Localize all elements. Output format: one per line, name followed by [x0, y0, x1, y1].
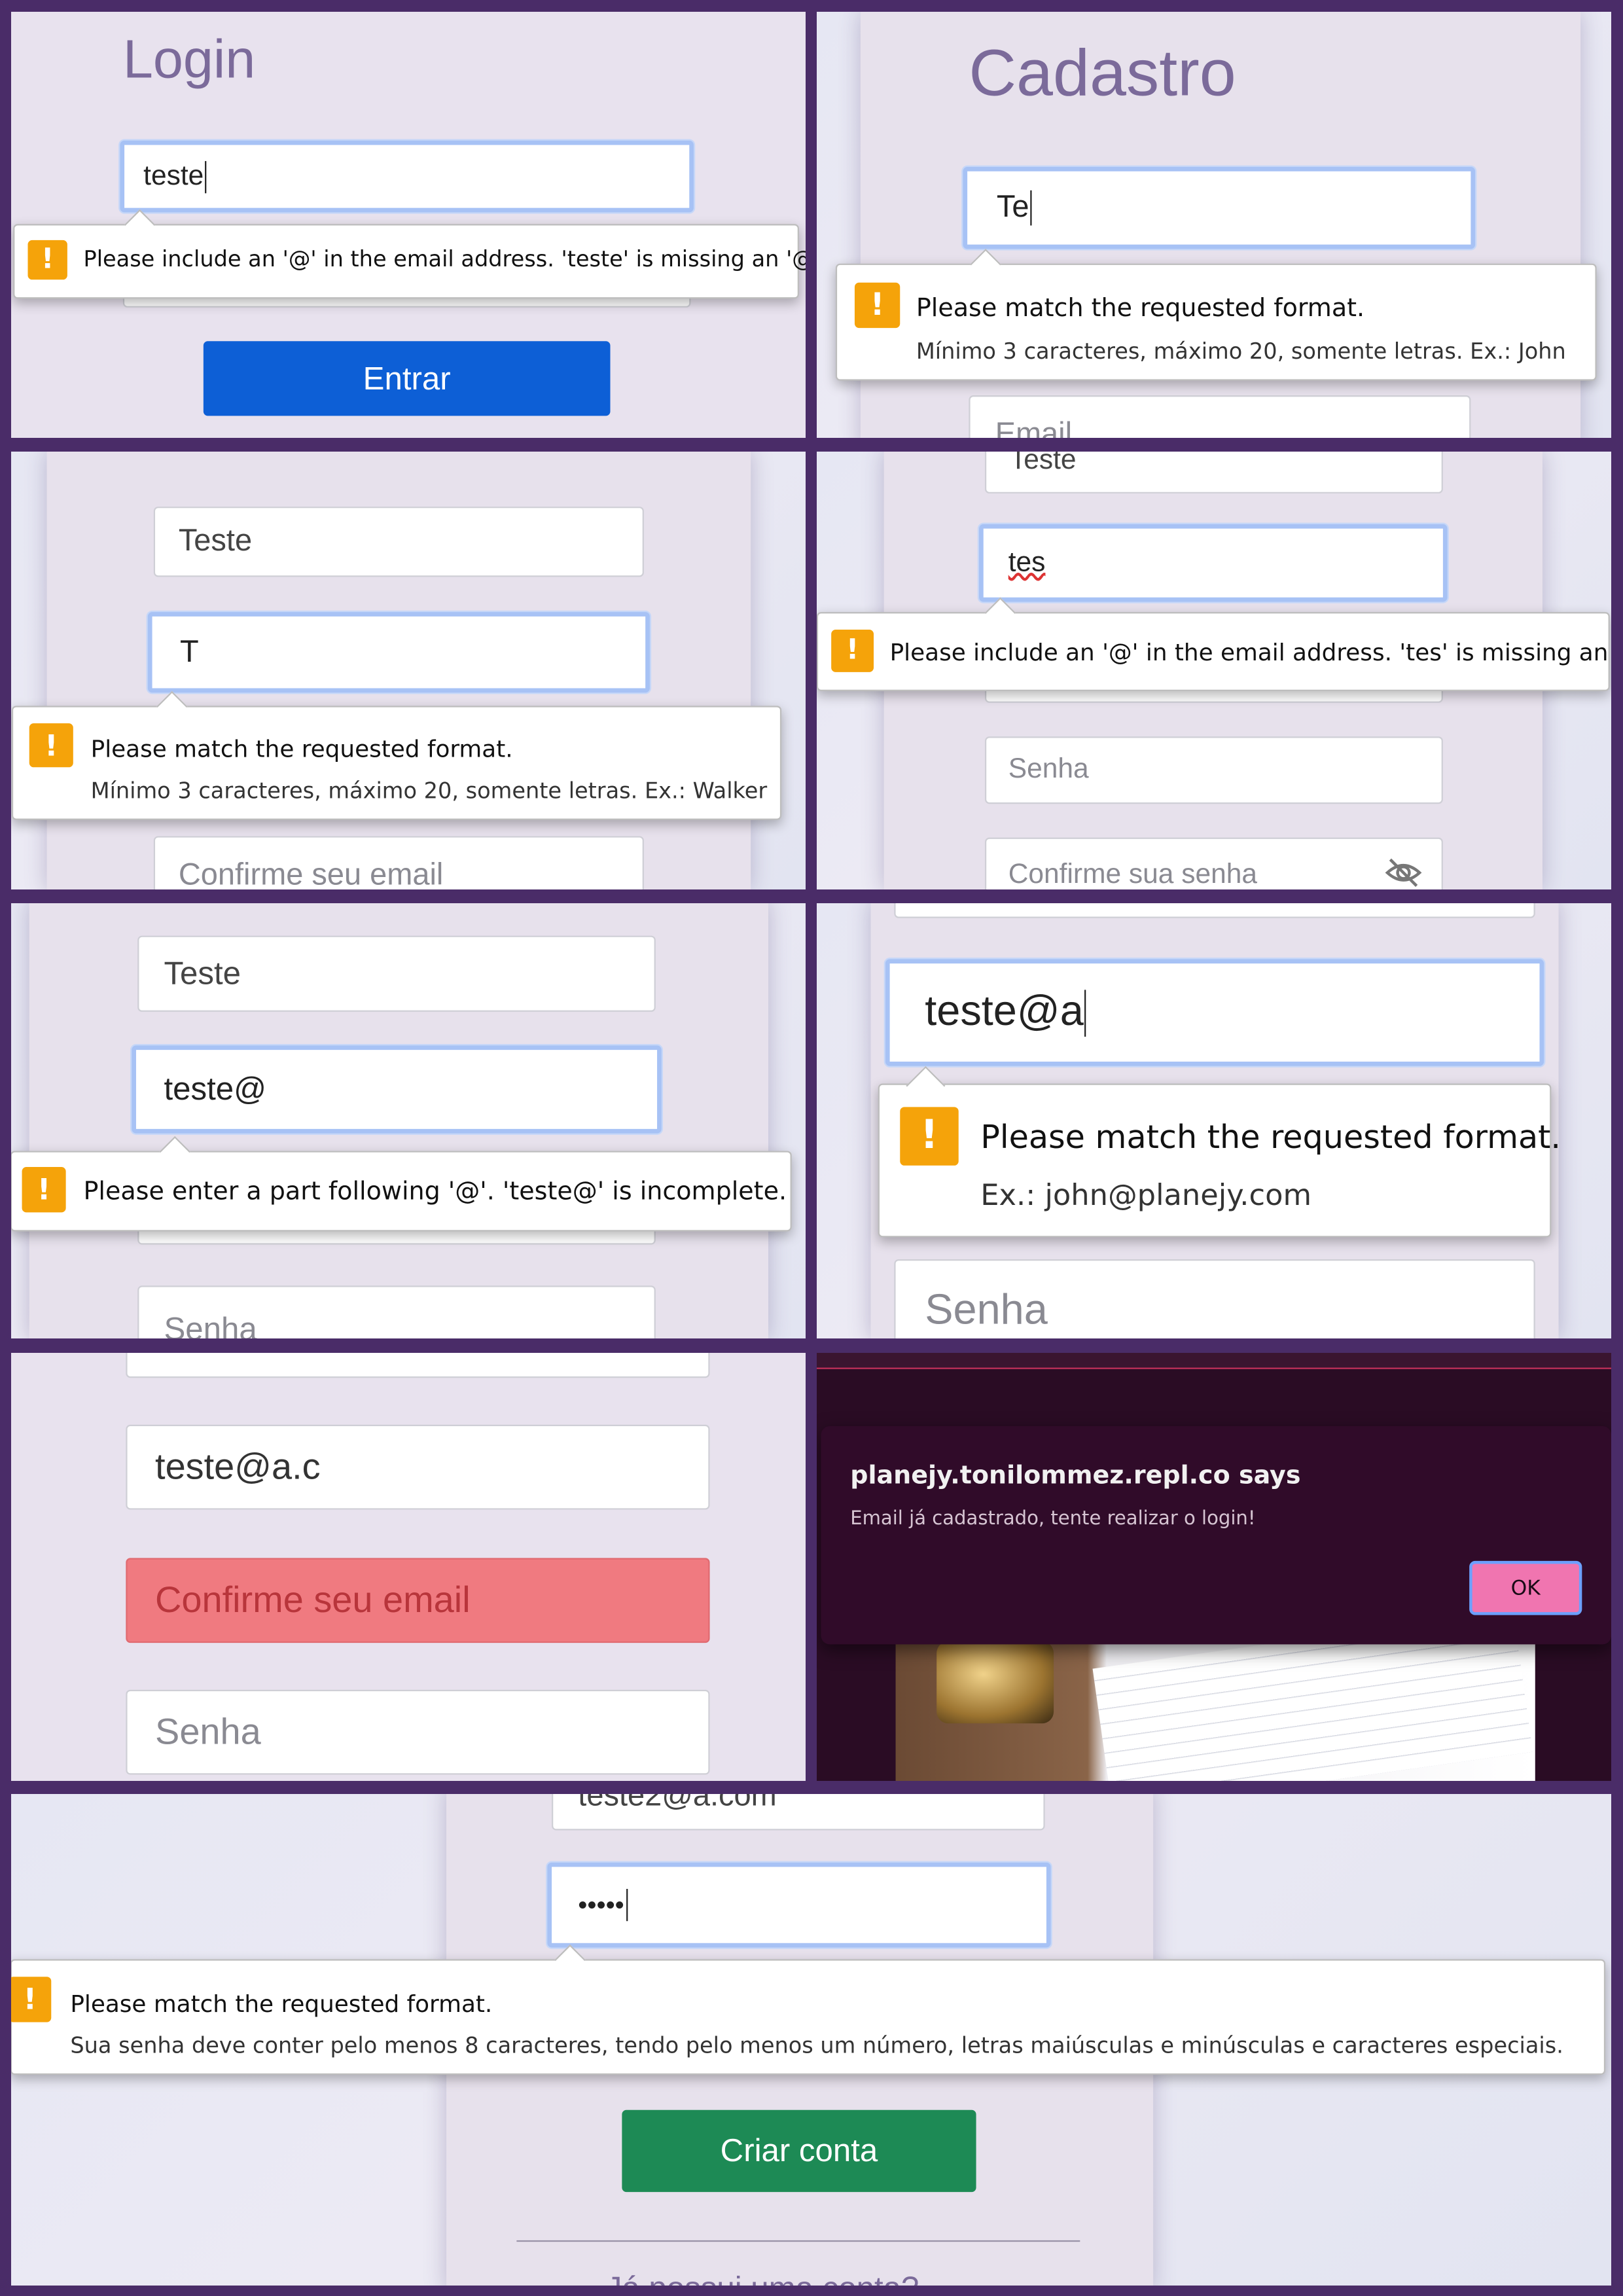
panel-email-already-registered: planejy.tonilommez.repl.co says Email já… [817, 1353, 1611, 1781]
confirm-password-placeholder: Confirme sua senha [1008, 859, 1258, 889]
first-name-value: Te [996, 190, 1029, 224]
password-placeholder: Senha [1008, 754, 1089, 785]
panel-email-missing-at: Teste tes Senha Confirme sua senha ! Ple… [817, 452, 1611, 889]
surname-value: Teste [1009, 452, 1077, 476]
email-placeholder: Email [995, 417, 1073, 438]
tooltip-hint: Sua senha deve conter pelo menos 8 carac… [70, 2032, 1563, 2059]
panel-email-format: teste@a Senha ! Please match the request… [817, 903, 1611, 1338]
email-value: teste@a [925, 988, 1084, 1035]
tooltip-message: Please match the requested format. [980, 1120, 1561, 1157]
page-title: Login [122, 29, 256, 90]
validation-tooltip: ! Please enter a part following '@'. 'te… [11, 1136, 792, 1232]
password-value: ••••• [578, 1890, 624, 1919]
validation-tooltip: ! Please match the requested format. Sua… [11, 1944, 1606, 2075]
password-placeholder: Senha [925, 1287, 1048, 1335]
eye-slash-icon[interactable] [1384, 857, 1422, 889]
first-name-value: Teste [178, 524, 253, 558]
login-prompt[interactable]: Já possui uma conta? [606, 2270, 919, 2286]
warning-icon: ! [29, 723, 73, 768]
alert-title: planejy.tonilommez.repl.co says [850, 1461, 1301, 1491]
email-value: teste2@a.com [578, 1794, 777, 1813]
tooltip-message: Please include an '@' in the email addre… [83, 245, 806, 273]
confirm-email-placeholder: Confirme seu email [178, 857, 444, 889]
confirm-password-field[interactable]: Confirme sua senha [984, 837, 1443, 889]
password-field[interactable]: Senha [894, 1259, 1535, 1338]
tooltip-message: Please match the requested format. [916, 294, 1365, 324]
email-field[interactable]: teste@a.c [126, 1424, 710, 1510]
email-field[interactable]: teste@ [132, 1045, 662, 1134]
planner-sheet-image [1092, 1632, 1533, 1781]
create-account-button[interactable]: Criar conta [622, 2109, 976, 2193]
surname-field[interactable] [126, 1353, 710, 1378]
surname-value: Teste [164, 954, 241, 992]
password-placeholder: Senha [164, 1310, 257, 1338]
email-field[interactable]: teste@a [885, 959, 1544, 1066]
validation-tooltip: ! Please match the requested format. Ex.… [878, 1066, 1561, 1238]
password-field[interactable]: Senha [137, 1285, 656, 1338]
panel-confirm-email-mismatch: teste@a.c Confirme seu email Senha [11, 1353, 806, 1781]
warning-icon: ! [831, 629, 874, 672]
warning-icon: ! [900, 1107, 959, 1166]
first-name-field[interactable]: Te [963, 167, 1476, 249]
surname-field[interactable]: Teste [137, 935, 656, 1012]
validation-tooltip: ! Please match the requested format. Mín… [835, 249, 1597, 381]
email-value: teste@a.c [155, 1446, 321, 1487]
password-placeholder: Senha [155, 1711, 261, 1752]
login-button[interactable]: Entrar [203, 341, 611, 416]
tooltip-message: Please include an '@' in the email addre… [889, 638, 1611, 666]
panel-email-incomplete: Teste teste@ Senha ! Please enter a part… [11, 903, 806, 1338]
ok-button-label: OK [1510, 1576, 1541, 1600]
password-field[interactable]: Senha [126, 1689, 710, 1775]
warning-icon: ! [27, 240, 67, 280]
login-button-label: Entrar [363, 359, 451, 397]
binder-clip-image [936, 1641, 1054, 1724]
confirm-email-field[interactable]: Confirme seu email [153, 836, 644, 889]
surname-field[interactable] [894, 903, 1535, 918]
tooltip-hint: Ex.: john@planejy.com [980, 1177, 1312, 1213]
panel-password-requirements: teste2@a.com ••••• ! Please match the re… [11, 1794, 1611, 2286]
page-title: Cadastro [969, 35, 1236, 110]
create-account-label: Criar conta [720, 2132, 878, 2169]
alert-message: Email já cadastrado, tente realizar o lo… [850, 1508, 1256, 1530]
confirm-email-placeholder: Confirme seu email [155, 1579, 471, 1621]
panel-surname-error: Teste T Confirme seu email ! Please matc… [11, 452, 806, 889]
email-field[interactable]: Email [969, 395, 1471, 438]
warning-icon: ! [22, 1167, 66, 1213]
email-field[interactable]: tes [979, 524, 1448, 602]
validation-tooltip: ! Please include an '@' in the email add… [817, 597, 1611, 691]
alert-dialog: planejy.tonilommez.repl.co says Email já… [821, 1426, 1611, 1645]
email-value: tes [1008, 547, 1046, 578]
panel-login-email-error: Login teste ! Please include an '@' in t… [11, 12, 806, 438]
background-photo [895, 1632, 1535, 1781]
email-field[interactable]: teste2@a.com [552, 1794, 1045, 1831]
tooltip-message: Please match the requested format. [90, 735, 513, 763]
tooltip-message: Please match the requested format. [70, 1990, 493, 2018]
warning-icon: ! [11, 1977, 52, 2022]
password-field[interactable]: Senha [984, 736, 1443, 804]
surname-field[interactable]: T [147, 612, 650, 693]
confirm-email-field-invalid[interactable]: Confirme seu email [126, 1558, 710, 1643]
warning-icon: ! [854, 282, 901, 329]
first-name-field[interactable]: Teste [153, 507, 644, 577]
divider [516, 2240, 1080, 2242]
email-value: teste@ [164, 1070, 267, 1107]
validation-tooltip: ! Please include an '@' in the email add… [13, 209, 806, 299]
password-field[interactable]: ••••• [547, 1862, 1051, 1948]
browser-bookmarks-bar [817, 1353, 1611, 1369]
surname-value: T [180, 634, 199, 669]
tooltip-hint: Mínimo 3 caracteres, máximo 20, somente … [916, 338, 1566, 365]
ok-button[interactable]: OK [1469, 1560, 1582, 1615]
panel-signup-name-error: Cadastro Te Email ! Please match the req… [817, 12, 1611, 438]
validation-tooltip: ! Please match the requested format. Mín… [11, 691, 782, 820]
email-value: teste [143, 160, 204, 191]
tooltip-hint: Mínimo 3 caracteres, máximo 20, somente … [90, 777, 768, 804]
email-field[interactable]: teste [120, 140, 694, 213]
tooltip-message: Please enter a part following '@'. 'test… [83, 1177, 787, 1207]
surname-field[interactable]: Teste [984, 452, 1443, 493]
